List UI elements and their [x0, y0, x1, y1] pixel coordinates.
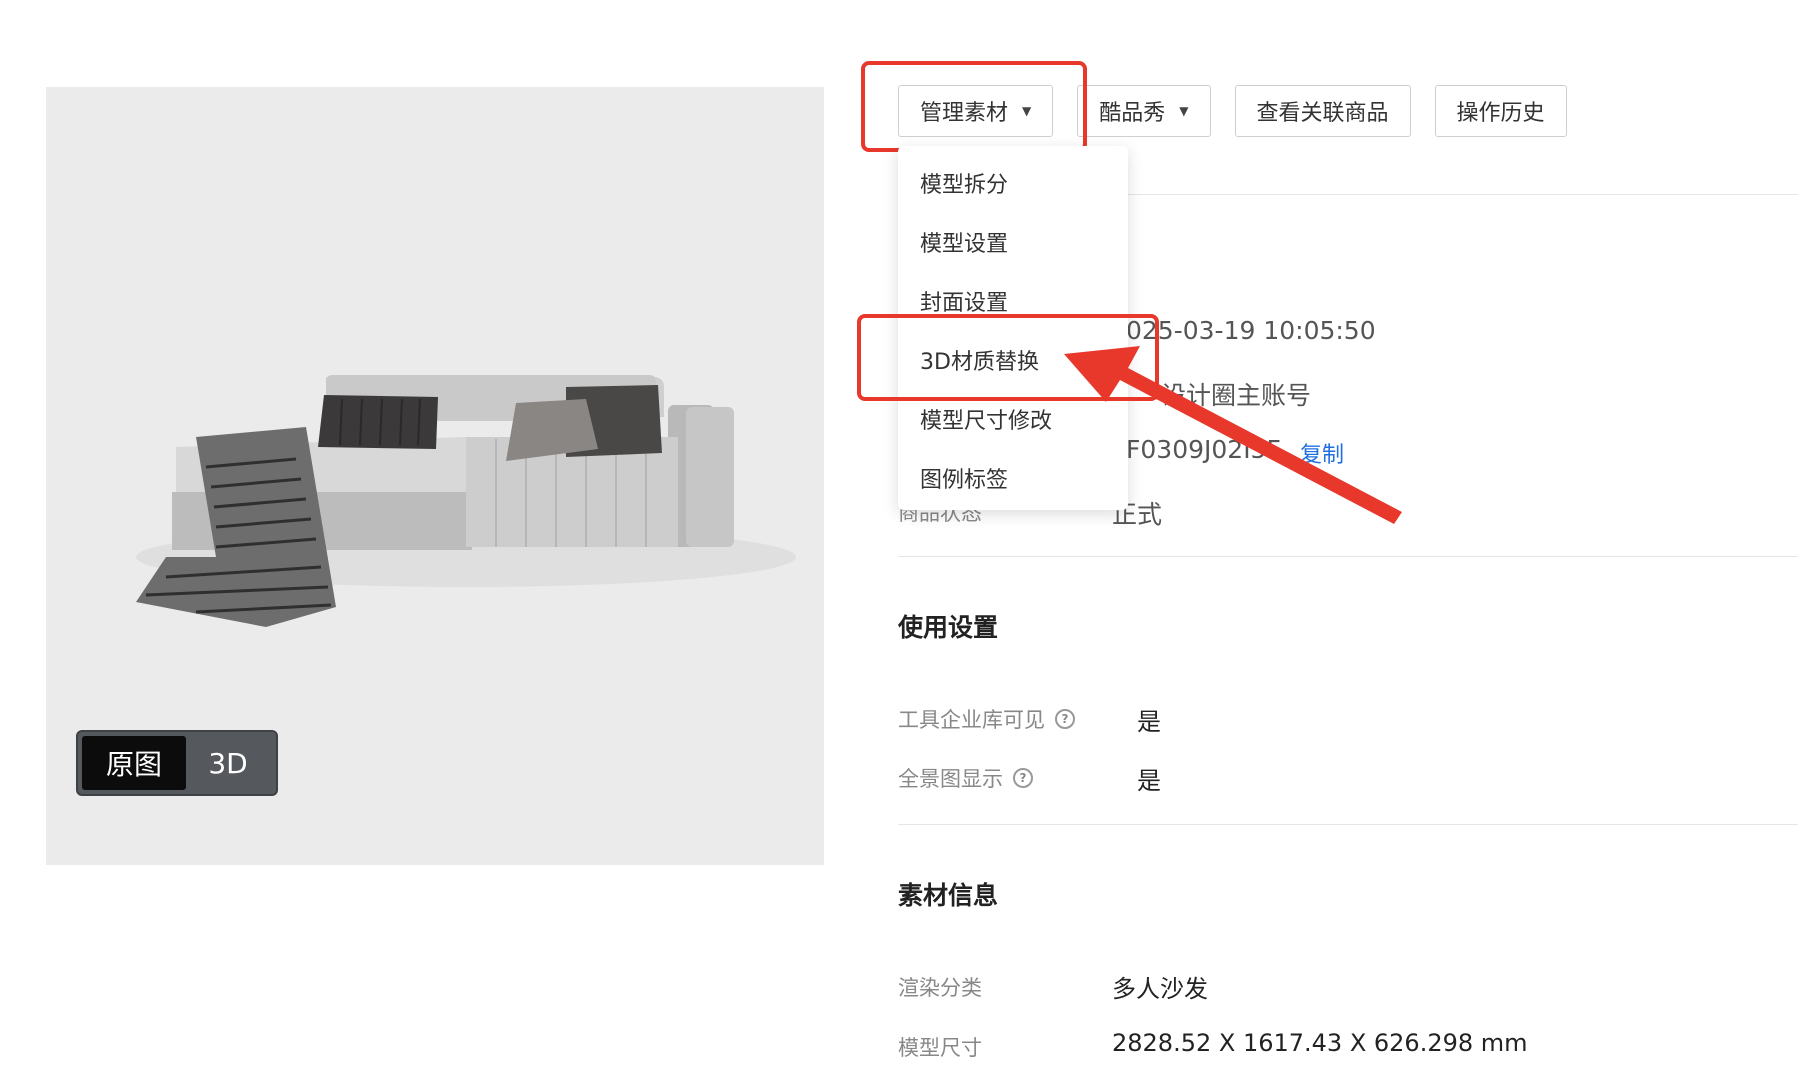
manage-material-label: 管理素材: [920, 101, 1009, 126]
menu-item-cover-settings[interactable]: 封面设置: [898, 274, 1128, 333]
caret-down-icon: ▼: [1022, 104, 1032, 118]
model-preview-panel: 原图 3D: [46, 87, 824, 865]
menu-item-model-size-edit[interactable]: 模型尺寸修改: [898, 392, 1128, 451]
kupin-show-label: 酷品秀: [1099, 101, 1166, 126]
enterprise-library-visible-value: 是: [1137, 708, 1161, 736]
row-label-text: 工具企业库可见: [898, 708, 1045, 732]
action-toolbar: 管理素材 ▼ 酷品秀 ▼ 查看关联商品 操作历史: [898, 85, 1567, 137]
view-related-products-button[interactable]: 查看关联商品: [1234, 85, 1411, 137]
copy-link[interactable]: 复制: [1300, 437, 1344, 469]
menu-item-3d-material-replace[interactable]: 3D材质替换: [898, 333, 1128, 392]
divider: [898, 556, 1798, 557]
caret-down-icon: ▼: [1179, 104, 1189, 118]
product-code-value: F0309J02I5F: [1126, 435, 1281, 464]
original-image-tab[interactable]: 原图: [82, 736, 186, 790]
material-info-title: 素材信息: [898, 881, 999, 910]
divider: [898, 824, 1798, 825]
kupin-show-button[interactable]: 酷品秀 ▼: [1077, 85, 1211, 137]
view-mode-toggle: 原图 3D: [76, 730, 278, 796]
panorama-display-value: 是: [1137, 767, 1161, 795]
manage-material-button[interactable]: 管理素材 ▼: [898, 85, 1054, 137]
manage-material-dropdown: 模型拆分 模型设置 封面设置 3D材质替换 模型尺寸修改 图例标签: [898, 146, 1128, 510]
three-d-tab[interactable]: 3D: [186, 736, 270, 790]
menu-item-model-split[interactable]: 模型拆分: [898, 156, 1128, 215]
model-size-label: 模型尺寸: [898, 1036, 982, 1060]
model-size-value: 2828.52 X 1617.43 X 626.298 mm: [1112, 1029, 1528, 1057]
question-circle-icon[interactable]: ?: [1013, 768, 1033, 788]
enterprise-library-visible-label: 工具企业库可见 ?: [898, 704, 1075, 734]
menu-item-legend-tags[interactable]: 图例标签: [898, 451, 1128, 510]
row-label-text: 全景图显示: [898, 767, 1003, 791]
account-value: 设计圈主账号: [1161, 381, 1312, 410]
render-category-label: 渲染分类: [898, 976, 982, 1000]
operation-history-button[interactable]: 操作历史: [1434, 85, 1567, 137]
panorama-display-label: 全景图显示 ?: [898, 763, 1033, 793]
usage-settings-title: 使用设置: [898, 613, 999, 642]
menu-item-model-settings[interactable]: 模型设置: [898, 215, 1128, 274]
question-circle-icon[interactable]: ?: [1055, 709, 1075, 729]
render-category-value: 多人沙发: [1112, 975, 1208, 1003]
update-time-value: 025-03-19 10:05:50: [1126, 316, 1376, 345]
